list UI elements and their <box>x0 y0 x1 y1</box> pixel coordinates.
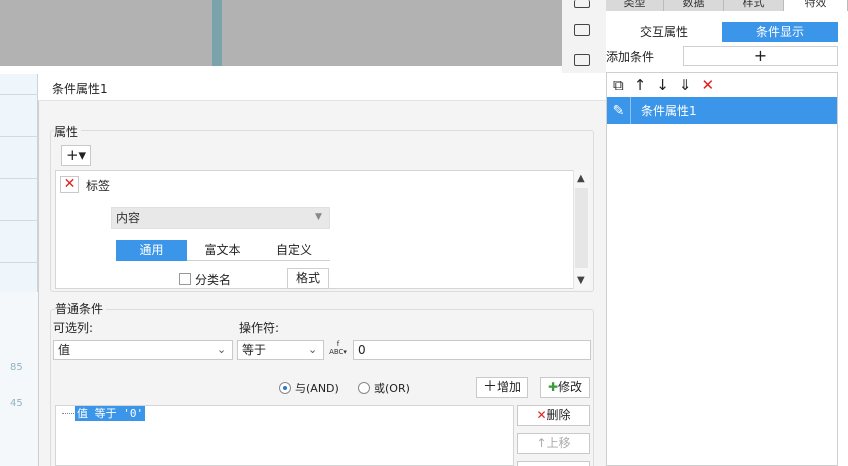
chart-preview: 85 45 <box>0 292 38 466</box>
edit-icon[interactable]: ✎ <box>607 97 631 124</box>
tab-type[interactable]: 类型 <box>606 0 664 11</box>
column-select[interactable]: 值 <box>53 340 233 360</box>
chevron-down-icon: ⌄ <box>308 343 318 356</box>
widget-icon[interactable] <box>574 24 590 36</box>
tab-custom[interactable]: 自定义 <box>258 240 330 261</box>
normal-condition-legend: 普通条件 <box>55 300 107 317</box>
dialog-title: 条件属性1 <box>52 82 108 96</box>
delete-button-label: 删除 <box>546 408 571 422</box>
or-radio[interactable] <box>358 382 370 394</box>
dialog-title-bar <box>38 73 606 101</box>
chevron-down-icon: ▼ <box>315 212 322 222</box>
tab-condition-display[interactable]: 条件显示 <box>722 22 838 42</box>
modify-button-label: 修改 <box>558 380 583 394</box>
add-property-button[interactable]: +▾ <box>61 145 91 166</box>
modify-icon: ✚ <box>547 380 559 394</box>
tab-general[interactable]: 通用 <box>116 240 187 261</box>
condition-list <box>606 72 838 466</box>
formula-icon[interactable]: f ABC▾ <box>329 340 347 358</box>
canvas-divider <box>212 0 222 66</box>
tab-data[interactable]: 数据 <box>664 0 724 11</box>
chevron-down-icon: ⌄ <box>217 343 227 356</box>
condition-item-label: 条件属性1 <box>641 104 697 118</box>
list-item[interactable]: ✎ 条件属性1 <box>607 97 837 124</box>
remove-property-icon[interactable]: ✕ <box>60 176 79 193</box>
column-label: 可选列: <box>53 321 94 335</box>
chart-tick-label: 45 <box>10 398 23 409</box>
move-up-button[interactable]: ↑上移 <box>517 433 590 454</box>
chart-tick-label: 85 <box>10 362 23 373</box>
copy-icon[interactable]: ⧉ <box>613 77 624 93</box>
add-condition-label: 添加条件 <box>606 50 655 64</box>
category-checkbox-label: 分类名 <box>195 273 232 287</box>
and-radio-label: 与(AND) <box>295 382 339 395</box>
tab-rich-text[interactable]: 富文本 <box>187 240 258 261</box>
scroll-up-icon[interactable]: ▲ <box>577 174 585 184</box>
scrollbar-thumb[interactable] <box>575 188 588 268</box>
and-radio[interactable] <box>279 382 291 394</box>
property-label: 标签 <box>86 179 111 193</box>
tab-interaction-properties[interactable]: 交互属性 <box>606 22 722 42</box>
tab-style[interactable]: 样式 <box>724 0 784 11</box>
condition-expression[interactable]: 值 等于 '0' <box>75 406 146 421</box>
move-down-button[interactable] <box>517 461 590 466</box>
delete-icon: ✕ <box>536 408 547 422</box>
add-button[interactable]: ＋增加 <box>476 377 528 398</box>
value-input[interactable]: 0 <box>353 340 591 360</box>
add-button-label: 增加 <box>496 380 521 394</box>
category-checkbox[interactable] <box>179 273 191 285</box>
or-radio-label: 或(OR) <box>374 382 410 395</box>
content-select[interactable]: 内容 <box>111 207 330 229</box>
move-up-button-label: 上移 <box>546 436 571 450</box>
plus-icon: ＋ <box>482 379 497 395</box>
arrow-down-icon[interactable]: ↓ <box>656 77 669 93</box>
move-bottom-icon[interactable]: ⇓ <box>679 77 692 93</box>
delete-button[interactable]: ✕删除 <box>517 405 590 426</box>
canvas-top-area <box>0 0 562 66</box>
tab-effects[interactable]: 特效 <box>784 0 848 11</box>
add-condition-button[interactable]: + <box>683 46 838 66</box>
tree-connector <box>62 413 74 414</box>
layer-icon[interactable] <box>574 54 590 66</box>
delete-icon[interactable]: ✕ <box>701 77 714 93</box>
properties-legend: 属性 <box>54 123 82 140</box>
scroll-down-icon[interactable]: ▼ <box>577 276 585 286</box>
format-button[interactable]: 格式 <box>287 268 329 289</box>
arrow-up-icon[interactable]: ↑ <box>634 77 647 93</box>
panel-icon[interactable] <box>574 0 590 8</box>
condition-list-toolbar: ⧉ ↑ ↓ ⇓ ✕ <box>607 74 837 96</box>
arrow-up-icon: ↑ <box>536 436 547 450</box>
modify-button[interactable]: ✚修改 <box>540 377 590 398</box>
operator-label: 操作符: <box>239 321 280 335</box>
